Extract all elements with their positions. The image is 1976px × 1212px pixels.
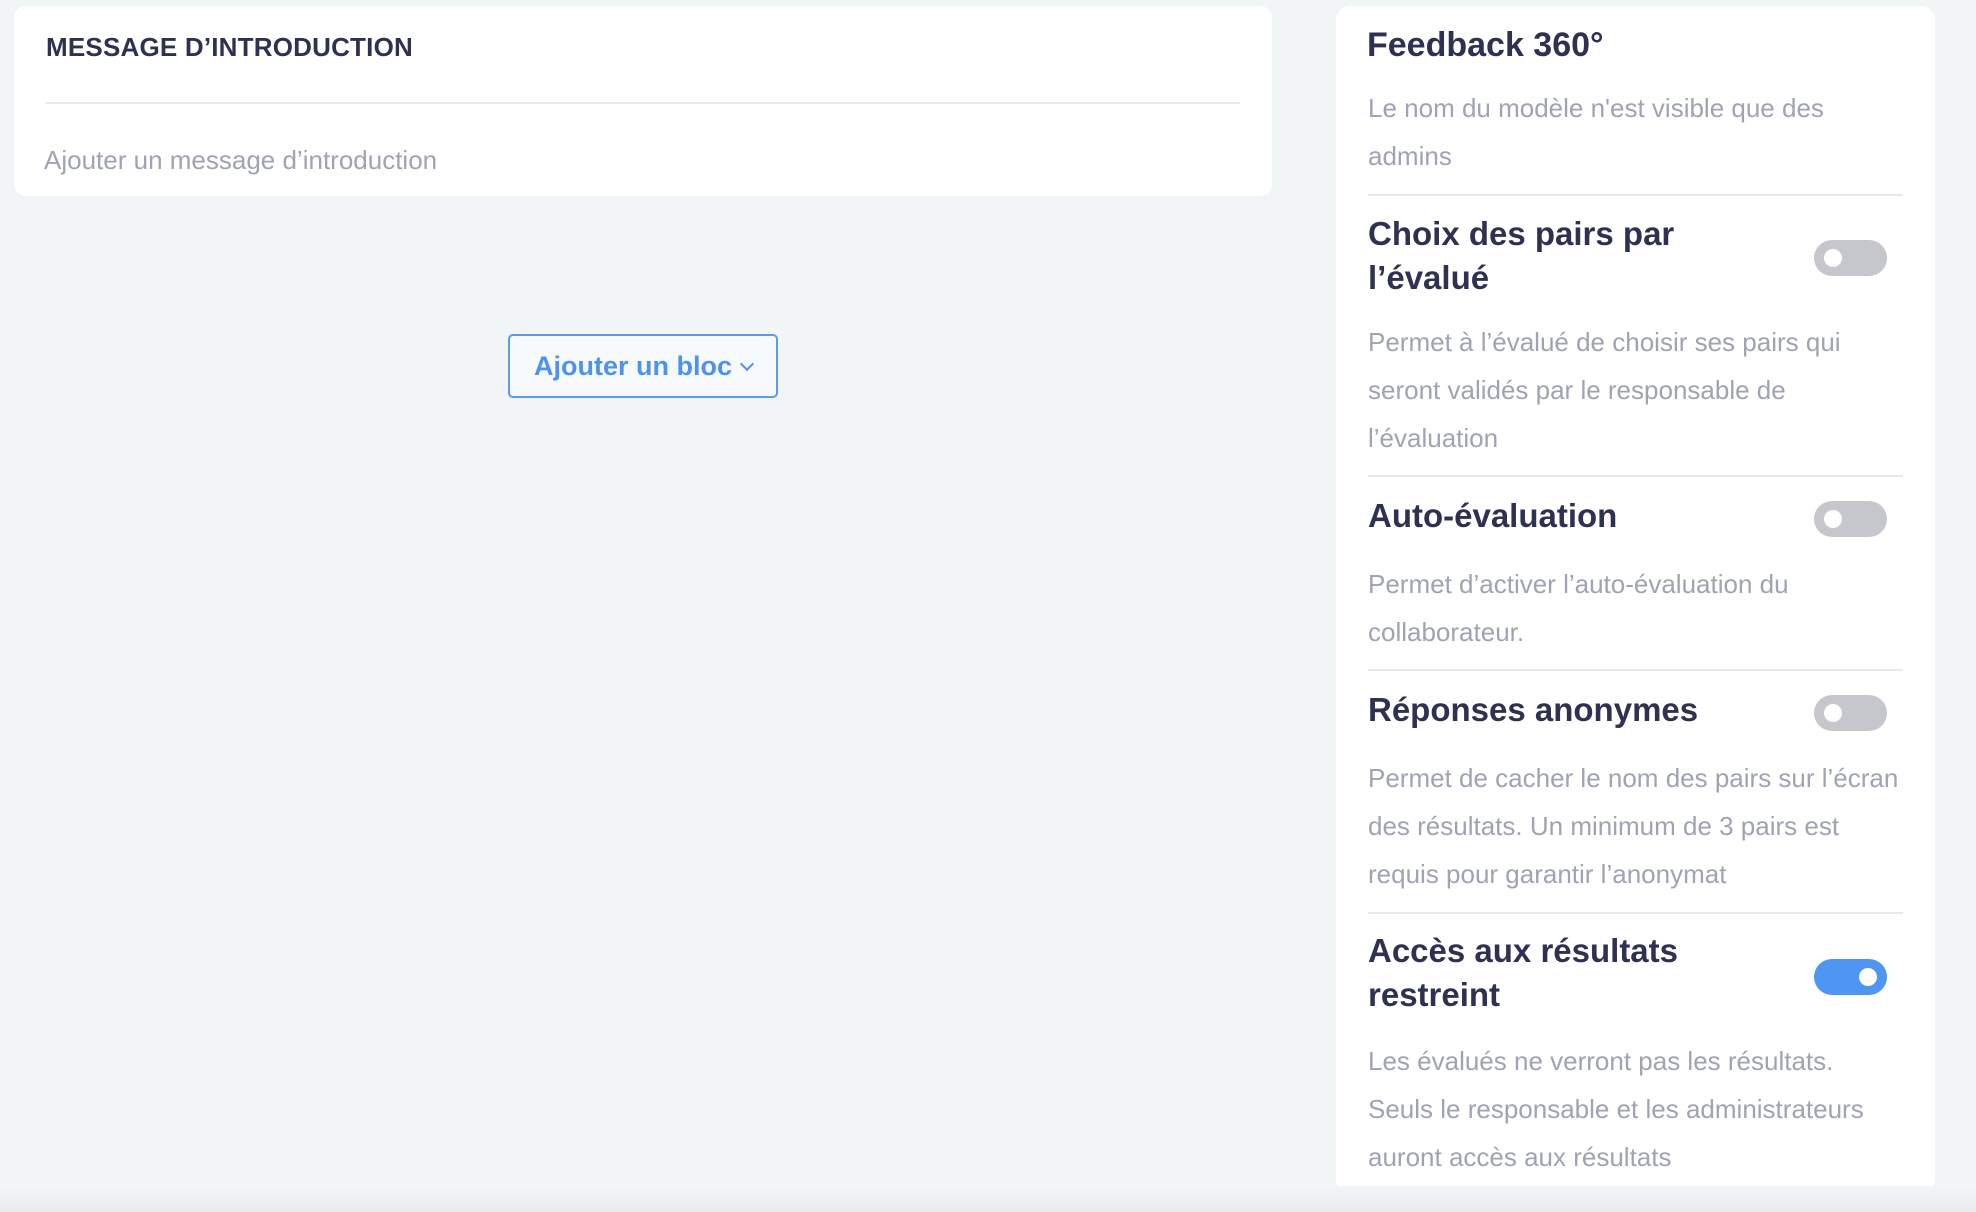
option-title-anonymous-answers: Réponses anonymes xyxy=(1368,691,1699,728)
toggle-knob xyxy=(1859,968,1877,986)
divider xyxy=(1368,669,1903,671)
option-desc-self-assessment: Permet d’activer l’auto-évaluation du co… xyxy=(1368,569,1789,647)
toggle-self-assessment[interactable] xyxy=(1814,501,1887,537)
add-block-button[interactable]: Ajouter un bloc xyxy=(508,334,778,398)
toggle-knob xyxy=(1824,249,1842,267)
chevron-down-icon xyxy=(739,356,755,372)
divider xyxy=(1368,194,1903,196)
toggle-knob xyxy=(1824,510,1842,528)
toggle-restricted-results[interactable] xyxy=(1814,959,1887,995)
option-title-peer-choice: Choix des pairs par l’évalué xyxy=(1368,215,1675,296)
option-desc-restricted-results: Les évalués ne verront pas les résultats… xyxy=(1368,1046,1864,1172)
intro-message-input[interactable]: Ajouter un message d’introduction xyxy=(44,145,437,176)
add-block-label: Ajouter un bloc xyxy=(534,350,732,381)
toggle-peer-choice[interactable] xyxy=(1814,240,1887,276)
option-desc-anonymous-answers: Permet de cacher le nom des pairs sur l’… xyxy=(1368,763,1899,889)
bottom-shade xyxy=(0,1186,1976,1212)
divider xyxy=(1368,912,1903,914)
template-name-hint: Le nom du modèle n'est visible que des a… xyxy=(1368,93,1824,171)
page: MESSAGE D’INTRODUCTION Ajouter un messag… xyxy=(0,0,1976,1212)
option-title-restricted-results: Accès aux résultats restreint xyxy=(1368,932,1679,1013)
toggle-anonymous-answers[interactable] xyxy=(1814,695,1887,731)
option-title-self-assessment: Auto-évaluation xyxy=(1368,497,1618,534)
intro-message-card: MESSAGE D’INTRODUCTION Ajouter un messag… xyxy=(14,6,1272,196)
intro-message-title: MESSAGE D’INTRODUCTION xyxy=(46,32,413,62)
toggle-knob xyxy=(1824,704,1842,722)
intro-divider xyxy=(46,102,1240,104)
template-name[interactable]: Feedback 360° xyxy=(1367,26,1604,65)
option-desc-peer-choice: Permet à l’évalué de choisir ses pairs q… xyxy=(1368,327,1841,453)
settings-panel: Feedback 360° Le nom du modèle n'est vis… xyxy=(1336,6,1935,1193)
divider xyxy=(1368,475,1903,477)
